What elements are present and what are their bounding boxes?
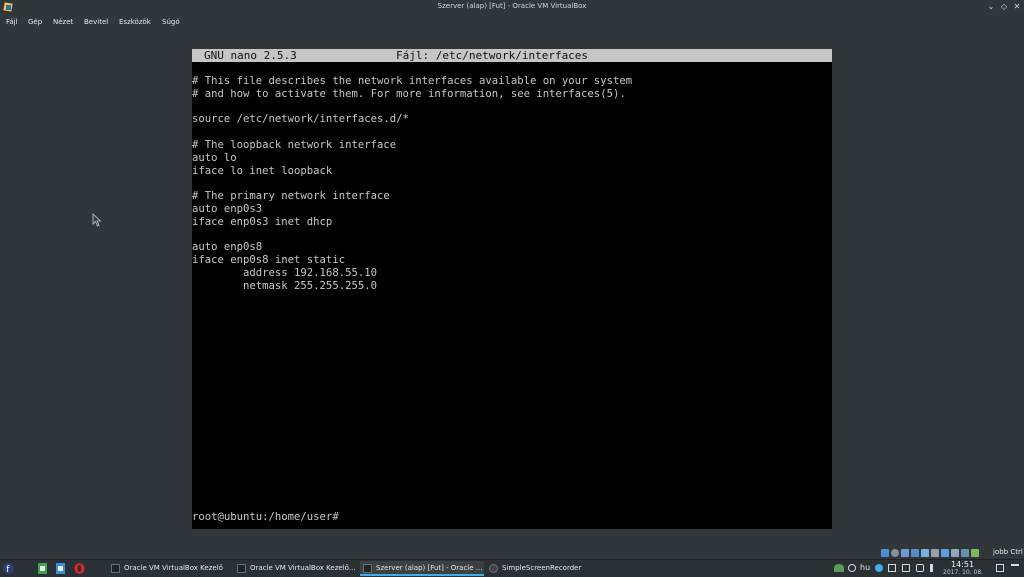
window-titlebar[interactable]: Szerver (alap) [Fut] - Oracle VM Virtual… <box>0 0 1024 15</box>
clock-time[interactable]: 14:51 <box>951 560 974 569</box>
nano-file-label: Fájl: /etc/network/interfaces <box>396 49 589 62</box>
task-szerver-vm[interactable]: Szerver (alap) [Fut] - Oracle ... <box>360 561 484 576</box>
keyboard-layout-indicator[interactable]: hu <box>860 563 870 572</box>
volume-tray-icon[interactable] <box>930 564 938 572</box>
close-icon[interactable]: ✕ <box>1012 2 1022 12</box>
spreadsheet-launcher-icon[interactable] <box>38 563 47 574</box>
battery-tray-icon[interactable] <box>916 564 924 572</box>
menu-input[interactable]: Bevitel <box>84 18 108 26</box>
hard-disk-icon[interactable] <box>881 549 889 557</box>
clipboard-tray-icon[interactable] <box>888 564 896 572</box>
mouse-integration-icon[interactable] <box>971 549 979 557</box>
network-icon[interactable] <box>911 549 919 557</box>
window-title: Szerver (alap) [Fut] - Oracle VM Virtual… <box>437 2 587 10</box>
audio-icon[interactable] <box>901 549 909 557</box>
taskbar: f Oracle VM VirtualBox Kezelő Oracle VM … <box>0 559 1024 577</box>
opera-browser-icon[interactable] <box>74 563 85 574</box>
menu-help[interactable]: Súgó <box>162 18 180 26</box>
usb-icon[interactable] <box>921 549 929 557</box>
network-tray-icon[interactable] <box>834 564 844 572</box>
menu-file[interactable]: Fájl <box>6 18 18 26</box>
vm-status-icons <box>881 548 979 558</box>
fedora-menu-icon[interactable]: f <box>3 563 14 574</box>
task-virtualbox-manager-1[interactable]: Oracle VM VirtualBox Kezelő <box>108 561 232 576</box>
nano-version: GNU nano 2.5.3 <box>204 49 297 62</box>
mouse-cursor-icon <box>92 213 102 227</box>
cpu-icon[interactable] <box>961 549 969 557</box>
updates-tray-icon[interactable] <box>848 564 856 572</box>
optical-drive-icon[interactable] <box>891 549 899 557</box>
clock-date: 2017. 10. 08. <box>943 569 984 576</box>
task-label: Oracle VM VirtualBox Kezelő... <box>250 564 356 572</box>
restore-icon[interactable]: ◇ <box>999 2 1009 12</box>
globe-tray-icon[interactable] <box>875 564 883 572</box>
host-key-label: jobb Ctrl <box>993 548 1023 556</box>
menu-view[interactable]: Nézet <box>53 18 73 26</box>
minimize-icon[interactable]: ⌄ <box>986 2 996 12</box>
panel-menu-icon[interactable] <box>1011 564 1019 572</box>
document-launcher-icon[interactable] <box>56 563 65 574</box>
task-virtualbox-manager-2[interactable]: Oracle VM VirtualBox Kezelő... <box>234 561 358 576</box>
terminal-content[interactable]: # This file describes the network interf… <box>192 75 632 293</box>
task-label: Oracle VM VirtualBox Kezelő <box>124 564 223 572</box>
menu-tools[interactable]: Eszközök <box>119 18 151 26</box>
display-icon[interactable] <box>941 549 949 557</box>
video-capture-icon[interactable] <box>951 549 959 557</box>
nano-title-bar: GNU nano 2.5.3 Fájl: /etc/network/interf… <box>192 49 832 62</box>
task-label: SimpleScreenRecorder <box>502 564 582 572</box>
shared-folders-icon[interactable] <box>931 549 939 557</box>
task-label: Szerver (alap) [Fut] - Oracle ... <box>376 564 483 572</box>
shell-prompt[interactable]: root@ubuntu:/home/user# <box>192 511 339 524</box>
show-desktop-icon[interactable] <box>996 564 1004 572</box>
window-icon <box>363 563 372 573</box>
vm-screen[interactable]: GNU nano 2.5.3 Fájl: /etc/network/interf… <box>192 49 832 529</box>
window-icon <box>237 563 246 573</box>
window-icon <box>111 563 120 573</box>
menu-machine[interactable]: Gép <box>28 18 42 26</box>
menu-bar: Fájl Gép Nézet Bevitel Eszközök Súgó <box>0 15 1024 29</box>
notes-tray-icon[interactable] <box>902 564 910 572</box>
recorder-icon <box>489 563 498 573</box>
task-simplescreenrecorder[interactable]: SimpleScreenRecorder <box>486 561 610 576</box>
